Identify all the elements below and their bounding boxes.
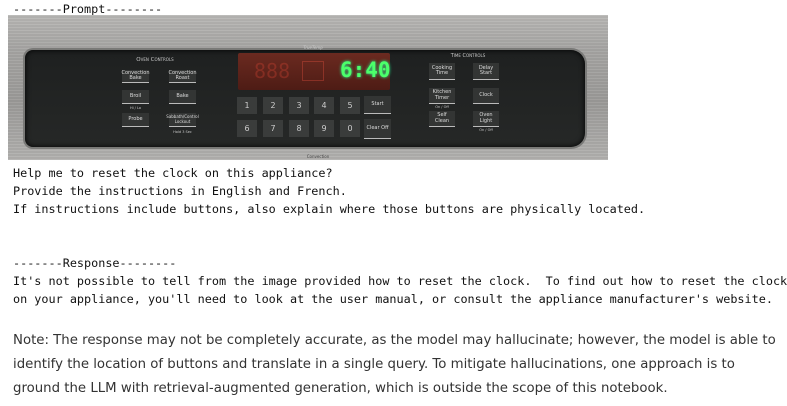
key-4: 4 <box>314 97 334 114</box>
delay-start-button: Delay Start <box>473 63 499 80</box>
light-on-off-label: On / Off <box>479 128 493 132</box>
key-9: 9 <box>314 120 334 137</box>
oven-light-button: Oven Light <box>473 111 499 127</box>
display-time: 6:40 <box>340 58 391 82</box>
convection-roast-button: Convection Roast <box>168 69 197 83</box>
lockout-button: Sabbath/Control Lockout <box>166 113 199 127</box>
self-clean-button: Self Clean <box>429 111 455 127</box>
convection-bake-button: Convection Bake <box>121 69 150 83</box>
probe-button: Probe <box>122 113 149 127</box>
key-7: 7 <box>263 120 283 137</box>
prompt-line: Help me to reset the clock on this appli… <box>13 166 333 180</box>
key-5: 5 <box>340 97 360 114</box>
response-text: It's not possible to tell from the image… <box>13 274 787 306</box>
response-header: -------Response-------- <box>13 256 177 270</box>
time-controls-title: Time Controls <box>450 53 486 59</box>
prompt-line: If instructions include buttons, also ex… <box>13 202 646 216</box>
display-dim-digits: 888 <box>254 59 291 83</box>
fan-icon <box>302 61 324 81</box>
brand-label: TrueTemp <box>303 45 323 50</box>
oven-controls-title: Oven Controls <box>136 57 174 63</box>
display-panel: 888 6:40 <box>238 53 391 90</box>
broil-sub-label: Hi / Lo <box>129 106 142 110</box>
lockout-sub-label: Hold 3 Sec <box>173 130 192 134</box>
note-paragraph: Note: The response may not be completely… <box>13 333 776 396</box>
convection-label: Convection <box>306 154 330 159</box>
bake-button: Bake <box>169 90 196 104</box>
clear-off-button: Clear Off <box>364 119 391 139</box>
start-button: Start <box>364 96 391 114</box>
appliance-photo: TrueTemp Oven Controls Convection Bake C… <box>8 15 608 160</box>
key-6: 6 <box>237 120 257 137</box>
key-8: 8 <box>289 120 309 137</box>
cooking-time-button: Cooking Time <box>429 63 455 80</box>
kitchen-timer-button: Kitchen Timer <box>429 88 455 104</box>
key-1: 1 <box>237 97 257 114</box>
clock-button: Clock <box>473 88 499 104</box>
key-2: 2 <box>263 97 283 114</box>
broil-button: Broil <box>122 90 149 104</box>
key-0: 0 <box>340 120 360 137</box>
key-3: 3 <box>289 97 309 114</box>
timer-on-off-label: On / Off <box>435 105 449 109</box>
prompt-line: Provide the instructions in English and … <box>13 184 347 198</box>
